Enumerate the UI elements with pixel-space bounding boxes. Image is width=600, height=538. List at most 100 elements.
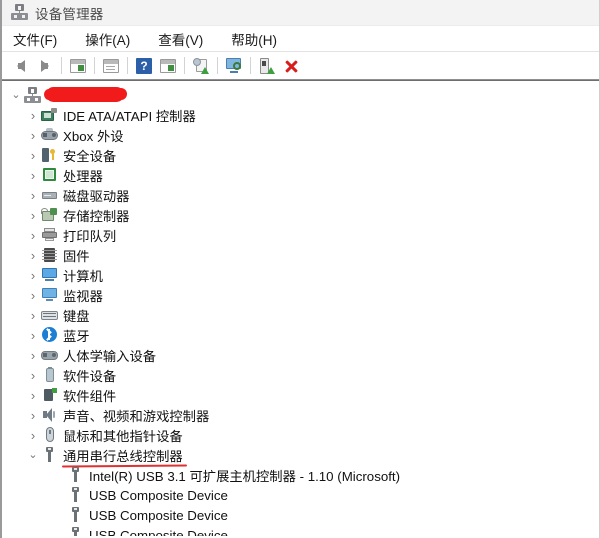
show-hide-console-tree-icon [70,58,86,73]
tree-row[interactable]: Intel(R) USB 3.1 可扩展主机控制器 - 1.10 (Micros… [2,465,599,485]
chevron-right-icon[interactable]: › [25,125,41,145]
tree-row[interactable]: › IDE ATA/ATAPI 控制器 [2,105,599,125]
back-button[interactable] [9,55,33,77]
menu-action[interactable]: 操作(A) [85,29,130,49]
tree-row[interactable]: › Xbox 外设 [2,125,599,145]
tree-row[interactable]: › 软件组件 [2,385,599,405]
tree-row[interactable]: › 存储控制器 [2,205,599,225]
properties-icon [103,58,119,73]
redaction-mark [44,86,127,102]
toolbar-separator [94,57,95,74]
forward-button[interactable] [33,55,57,77]
processor-icon [41,167,58,183]
tree-row[interactable]: › 安全设备 [2,145,599,165]
help-button[interactable]: ? [132,55,156,77]
tree-row[interactable]: › 蓝牙 [2,325,599,345]
tree-row-label: IDE ATA/ATAPI 控制器 [63,108,196,124]
properties-button[interactable] [99,55,123,77]
tree-row[interactable]: › 键盘 [2,305,599,325]
tree-row[interactable]: › 鼠标和其他指针设备 [2,425,599,445]
chevron-right-icon[interactable]: › [25,345,41,365]
toolbar: ? [2,52,599,81]
tree-row-label: 监视器 [63,288,103,304]
tree-row[interactable]: USB Composite Device [2,485,599,505]
xbox-peripheral-icon [41,127,58,143]
tree-row[interactable]: › 软件设备 [2,365,599,385]
tree-row[interactable]: › 人体学输入设备 [2,345,599,365]
chevron-right-icon[interactable]: › [25,285,41,305]
uninstall-device-button[interactable] [279,55,303,77]
tree-row-label: USB Composite Device [89,527,228,537]
tree-row-label: 固件 [63,248,90,264]
disk-drive-icon [41,187,58,203]
chevron-right-icon[interactable]: › [25,405,41,425]
update-driver-button[interactable] [156,55,180,77]
chevron-down-icon[interactable]: ⌄ [25,445,41,465]
usb-device-icon [67,487,84,503]
bluetooth-icon [41,327,58,343]
tree-row[interactable]: › 磁盘驱动器 [2,185,599,205]
computer-icon [41,267,58,283]
usb-controller-icon [41,447,58,463]
update-driver-icon [160,58,176,73]
chevron-right-icon[interactable]: › [25,105,41,125]
chevron-right-icon[interactable]: › [25,245,41,265]
human-interface-device-icon [41,347,58,363]
ide-ata-atapi-icon [41,107,58,123]
security-device-icon [41,147,58,163]
tree-row[interactable]: › 处理器 [2,165,599,185]
show-hide-console-tree-button[interactable] [66,55,90,77]
toolbar-separator [217,57,218,74]
print-queue-icon [41,227,58,243]
chevron-down-icon[interactable]: ⌄ [8,85,24,105]
device-manager-icon [11,4,28,21]
tree-row[interactable]: USB Composite Device [2,525,599,536]
monitor-icon [41,287,58,303]
tree-row[interactable]: › 固件 [2,245,599,265]
tree-row-label: 人体学输入设备 [63,348,157,364]
menu-file[interactable]: 文件(F) [13,29,57,49]
chevron-right-icon[interactable]: › [25,145,41,165]
chevron-none [51,485,67,505]
view-devices-icon [225,58,243,73]
sound-video-game-controller-icon [41,407,58,423]
chevron-right-icon[interactable]: › [25,305,41,325]
chevron-right-icon[interactable]: › [25,185,41,205]
chevron-right-icon[interactable]: › [25,225,41,245]
menu-help[interactable]: 帮助(H) [231,29,277,49]
tree-row-label: 鼠标和其他指针设备 [63,428,183,444]
chevron-right-icon[interactable]: › [25,365,41,385]
chevron-right-icon[interactable]: › [25,165,41,185]
scan-for-hardware-changes-icon [192,57,210,74]
tree-row[interactable]: › 声音、视频和游戏控制器 [2,405,599,425]
view-devices-button[interactable] [222,55,246,77]
install-legacy-hardware-button[interactable] [255,55,279,77]
chevron-right-icon[interactable]: › [25,265,41,285]
menu-view[interactable]: 查看(V) [158,29,203,49]
tree-row-label: 磁盘驱动器 [63,188,130,204]
software-component-icon [41,387,58,403]
chevron-right-icon[interactable]: › [25,385,41,405]
usb-device-icon [67,507,84,523]
uninstall-device-icon [283,58,299,74]
tree-row[interactable]: › 打印队列 [2,225,599,245]
tree-row-label: 蓝牙 [63,328,90,344]
help-icon: ? [136,57,152,74]
tree-row-label: 通用串行总线控制器 [63,446,183,465]
software-device-icon [41,367,58,383]
tree-row[interactable]: ⌄ [2,85,599,105]
keyboard-icon [41,307,58,323]
device-tree[interactable]: ⌄ › IDE ATA/ATAPI 控制器 › Xbox 外设 › 安全设备 › 处理器 › 磁盘驱… [2,81,599,536]
chevron-right-icon[interactable]: › [25,205,41,225]
title-bar: 设备管理器 [2,0,599,26]
scan-for-hardware-changes-button[interactable] [189,55,213,77]
computer-root-icon [24,87,41,103]
storage-controller-icon [41,207,58,223]
tree-row[interactable]: USB Composite Device [2,505,599,525]
chevron-right-icon[interactable]: › [25,425,41,445]
tree-row[interactable]: › 计算机 [2,265,599,285]
chevron-none [51,505,67,525]
tree-row[interactable]: › 监视器 [2,285,599,305]
chevron-right-icon[interactable]: › [25,325,41,345]
tree-row[interactable]: ⌄ 通用串行总线控制器 [2,445,599,465]
